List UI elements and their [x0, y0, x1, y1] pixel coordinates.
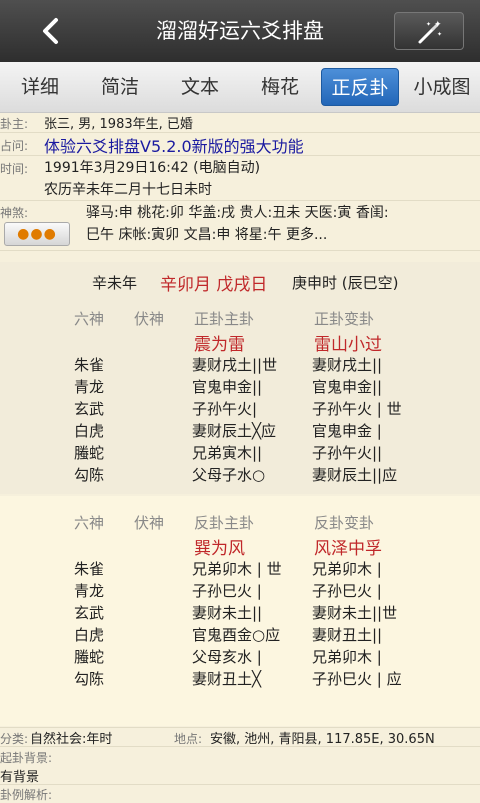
change-gua-name: 风泽中孚: [314, 539, 382, 559]
shensha-more-button[interactable]: ●●●: [4, 222, 70, 246]
tab-detail[interactable]: 详细: [4, 68, 76, 106]
more-dots-icon: ●●●: [17, 226, 57, 242]
fangua-panel: 六神 伏神 反卦主卦 反卦变卦 巽为风 风泽中孚 朱雀 兄弟卯木 | 世 兄弟卯…: [0, 496, 480, 726]
divider: [0, 155, 480, 156]
col-liushen: 六神: [74, 514, 105, 532]
zhanwen-value: 体验六爻排盘V5.2.0新版的强大功能: [44, 137, 304, 156]
beijing-label: 起卦背景:: [0, 751, 53, 765]
col-change-gua: 反卦变卦: [314, 514, 375, 532]
svg-text:✦: ✦: [434, 20, 442, 30]
beijing-value: 有背景: [0, 770, 40, 785]
svg-text:✦: ✦: [437, 31, 442, 38]
svg-text:✦: ✦: [426, 21, 431, 28]
didian-label: 地点:: [174, 732, 203, 746]
time-value: 1991年3月29日16:42 (电脑自动): [44, 160, 261, 176]
didian-value: 安徽, 池州, 青阳县, 117.85E, 30.65N: [210, 732, 435, 747]
main-gua-name: 巽为风: [194, 539, 245, 559]
divider: [0, 746, 480, 747]
guazhu-value: 张三, 男, 1983年生, 已婚: [44, 117, 193, 132]
col-liushen: 六神: [74, 310, 105, 328]
shensha-label: 神煞:: [0, 206, 29, 220]
year-ganzhi: 辛未年: [92, 274, 138, 292]
divider: [0, 200, 480, 201]
col-change-gua: 正卦变卦: [314, 310, 375, 328]
time-label: 时间:: [0, 162, 29, 176]
change-gua-name: 雷山小过: [314, 335, 382, 355]
tab-zhengfangua[interactable]: 正反卦: [321, 68, 399, 106]
title-bar: 溜溜好运六爻排盘 ✦ ✦ ✦: [0, 0, 480, 62]
lunar-date: 农历辛未年二月十七日未时: [44, 182, 212, 198]
magic-wand-icon: ✦ ✦ ✦: [418, 20, 442, 44]
chevron-left-icon: [43, 18, 58, 44]
back-button[interactable]: [30, 12, 70, 50]
divider: [0, 250, 480, 251]
main-gua-name: 震为雷: [194, 335, 245, 355]
guazhu-label: 卦主:: [0, 117, 29, 131]
tab-meihua[interactable]: 梅花: [244, 68, 316, 106]
fenlei-label: 分类:: [0, 732, 29, 746]
col-main-gua: 反卦主卦: [194, 514, 255, 532]
col-fushen: 伏神: [134, 310, 165, 328]
magic-wand-button[interactable]: ✦ ✦ ✦: [394, 12, 464, 50]
col-main-gua: 正卦主卦: [194, 310, 255, 328]
col-fushen: 伏神: [134, 514, 165, 532]
tab-xiaochengtu[interactable]: 小成图: [404, 68, 480, 106]
shensha-line-1: 驿马:申 桃花:卯 华盖:戌 贵人:丑未 天医:寅 香闺:: [86, 205, 389, 221]
tab-text[interactable]: 文本: [164, 68, 236, 106]
tab-simple[interactable]: 简洁: [84, 68, 156, 106]
jiexi-label: 卦例解析:: [0, 788, 53, 802]
zhanwen-label: 占问:: [0, 139, 29, 153]
tab-bar: 详细 简洁 文本 梅花 正反卦 小成图: [0, 62, 480, 113]
zhenggua-panel: 辛未年 辛卯月 戊戌日 庚申时 (辰巳空) 六神 伏神 正卦主卦 正卦变卦 震为…: [0, 262, 480, 494]
page-title: 溜溜好运六爻排盘: [156, 19, 324, 43]
hour-ganzhi: 庚申时 (辰巳空): [292, 274, 399, 292]
month-day-ganzhi: 辛卯月 戊戌日: [160, 275, 268, 295]
fenlei-value: 自然社会:年时: [30, 732, 113, 747]
shensha-line-2[interactable]: 巳午 床帐:寅卯 文昌:申 将星:午 更多...: [86, 224, 327, 244]
divider: [0, 784, 480, 785]
